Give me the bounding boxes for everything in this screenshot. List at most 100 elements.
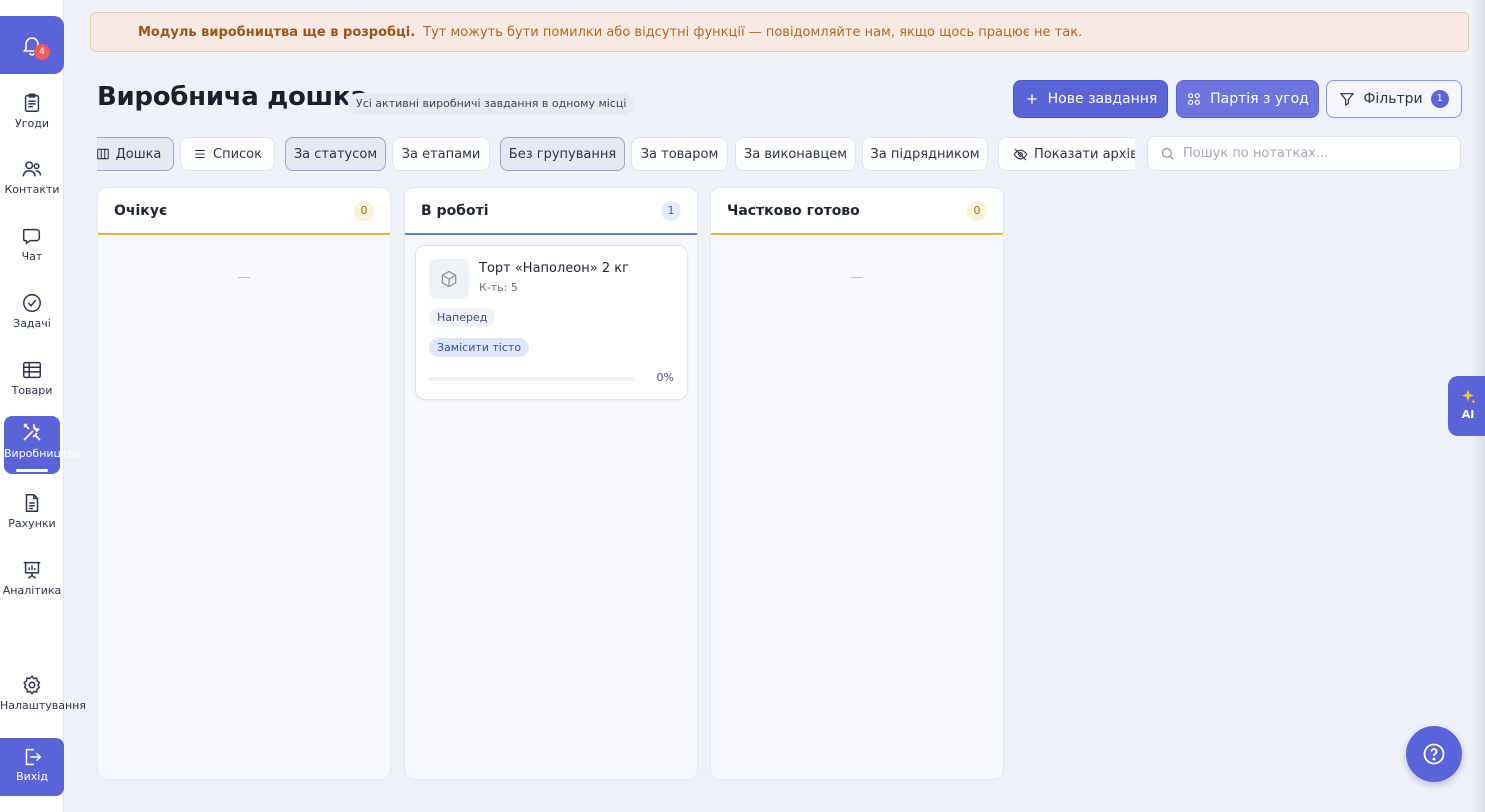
tools-icon [23,423,41,441]
board-column-in-progress: В роботі 1 Торт «Наполеон» 2 кг К-ть: 5 … [404,187,698,780]
card-quantity: К-ть: 5 [479,281,518,294]
banner-title: Модуль виробництва ще в розробці. [138,24,416,40]
sidebar-item-tasks[interactable]: Задачі [0,292,64,330]
progress-bar [429,377,634,381]
sidebar-item-settings[interactable]: Налаштування [0,674,86,712]
priority-tag: Наперед [429,308,496,327]
eye-off-icon [1013,147,1028,161]
board-column-waiting: Очікує 0 — [97,187,391,780]
sidebar-item-label: Контакти [4,183,60,196]
dev-warning-banner: Модуль виробництва ще в розробці. Тут мо… [90,12,1469,52]
view-toolbar: Дошка Список За статусом За етапами Без … [97,137,1135,171]
grid-icon [1188,93,1201,105]
plus-icon [1026,94,1037,104]
column-header: В роботі 1 [405,188,697,235]
stage-tag: Замісити тісто [429,338,530,357]
ai-assistant-button[interactable]: AI [1448,376,1485,436]
board-column-partially-done: Частково готово 0 — [710,187,1004,780]
column-title: Частково готово [727,202,860,219]
task-card[interactable]: Торт «Наполеон» 2 кг К-ть: 5 Наперед Зам… [415,245,688,400]
sidebar-item-production[interactable]: Виробництво [4,416,81,474]
chat-icon [23,228,41,245]
sidebar-item-label: Виробництво [4,447,81,460]
show-archive-button[interactable]: Показати архів [998,137,1135,171]
show-archive-label: Показати архів [1034,146,1135,162]
notes-search[interactable] [1147,136,1461,171]
question-icon [1423,743,1445,765]
batch-label: Партія з угод [1210,91,1309,107]
by-contractor-label: За підрядником [870,146,980,162]
by-assignee-label: За виконавцем [743,146,848,162]
sidebar-item-label: Задачі [13,317,51,330]
new-task-button[interactable]: Нове завдання [1013,80,1168,118]
progress-label: 0% [656,371,674,384]
users-icon [22,161,42,177]
notifications-button[interactable]: 4 [0,16,64,74]
no-grouping-button[interactable]: Без групування [500,137,625,171]
column-title: Очікує [114,202,168,219]
new-task-label: Нове завдання [1047,91,1158,107]
column-count-badge: 0 [354,200,374,221]
empty-placeholder: — [237,270,251,285]
active-indicator [16,469,48,472]
logout-icon [25,748,42,766]
columns-icon [97,148,109,160]
gear-icon [23,675,41,695]
filter-icon [1340,93,1355,106]
page-title: Виробнича дошка [97,82,368,112]
search-input[interactable] [1183,146,1443,161]
view-list-label: Список [213,146,262,162]
document-icon [25,494,39,512]
sidebar-item-label: Рахунки [8,517,56,530]
view-board-button[interactable]: Дошка [97,137,174,171]
logout-label: Вихід [16,770,48,783]
sidebar-item-products[interactable]: Товари [0,359,64,397]
clipboard-icon [24,93,40,112]
sidebar-item-invoices[interactable]: Рахунки [0,492,64,530]
group-by-status-button[interactable]: За статусом [285,137,386,171]
sidebar-item-contacts[interactable]: Контакти [0,158,64,196]
sidebar-item-deals[interactable]: Угоди [0,92,64,130]
sidebar-item-label: Аналітика [2,584,62,597]
banner-text: Тут можуть бути помилки або відсутні фун… [423,24,1083,40]
by-product-label: За товаром [640,146,719,162]
search-icon [1161,147,1174,160]
filters-label: Фільтри [1363,91,1423,107]
presentation-chart-icon [23,561,41,579]
sidebar-item-analytics[interactable]: Аналітика [0,559,64,597]
sidebar-item-label: Товари [11,384,53,397]
ai-label: AI [1461,408,1475,421]
sidebar-item-label: Чат [21,250,43,263]
group-by-stages-button[interactable]: За етапами [392,137,490,171]
group-by-contractor-button[interactable]: За підрядником [862,137,988,171]
column-count-badge: 0 [967,200,987,221]
batch-from-deals-button[interactable]: Партія з угод [1176,80,1319,118]
no-grouping-label: Без групування [508,146,617,162]
card-title: Торт «Наполеон» 2 кг [479,261,629,276]
by-status-label: За статусом [293,146,378,162]
column-header: Очікує 0 [98,188,390,235]
box-icon [441,270,457,288]
sidebar-item-label: Налаштування [0,699,86,712]
column-header: Частково готово 0 [711,188,1003,235]
view-list-button[interactable]: Список [180,137,275,171]
column-count-badge: 1 [661,200,681,221]
list-icon [195,149,205,159]
group-by-assignee-button[interactable]: За виконавцем [735,137,856,171]
logout-button[interactable]: Вихід [0,738,64,796]
product-thumbnail [429,259,469,299]
sidebar-item-chat[interactable]: Чат [0,225,64,263]
empty-placeholder: — [850,270,864,285]
by-stages-label: За етапами [401,146,481,162]
filters-button[interactable]: Фільтри 1 [1326,80,1462,118]
filters-count-badge: 1 [1430,90,1449,108]
sparkles-icon [1462,389,1476,404]
sidebar: 4 Угоди Контакти Чат Задачі Товари Вироб… [0,0,86,812]
table-icon [23,361,41,379]
group-by-product-button[interactable]: За товаром [631,137,728,171]
view-board-label: Дошка [115,146,162,162]
notification-badge: 4 [34,44,50,60]
column-title: В роботі [421,202,489,219]
sidebar-item-label: Угоди [15,117,49,130]
help-button[interactable] [1406,726,1462,782]
